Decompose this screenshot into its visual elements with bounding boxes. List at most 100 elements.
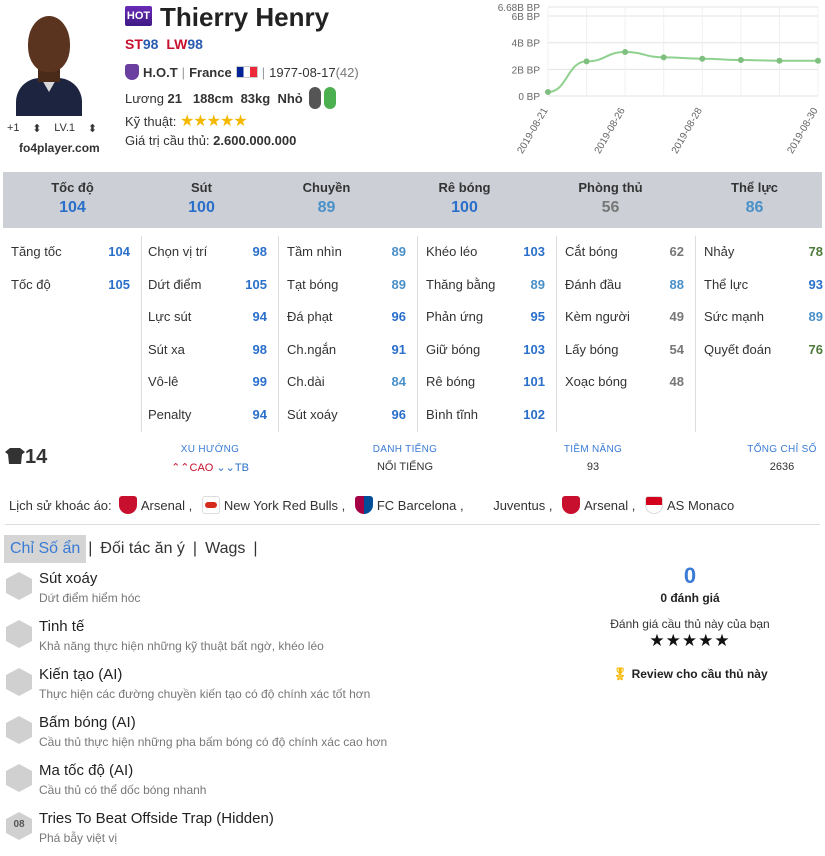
- club-item[interactable]: AS Monaco: [645, 496, 734, 514]
- stat-label: Vô-lê: [148, 374, 179, 389]
- stat-row: Đá phạt 96: [279, 309, 418, 329]
- club-item[interactable]: Arsenal ,: [562, 496, 635, 514]
- stat-label: Ch.dài: [287, 374, 325, 389]
- position-1: ST: [125, 36, 143, 52]
- right-foot-icon: [324, 87, 337, 109]
- stat-row: Ch.dài 84: [279, 374, 418, 394]
- trend-block: XU HƯỚNG ⌃⌃CAO ⌄⌄TB: [171, 444, 249, 474]
- stat-value: 98: [252, 341, 267, 357]
- player-positions: ST98 LW98: [125, 36, 203, 52]
- stat-label: Penalty: [148, 406, 192, 422]
- trait-icon: 08: [6, 812, 32, 840]
- position-2: LW: [166, 36, 188, 52]
- stat-label: Cắt bóng: [565, 244, 618, 259]
- stat-value: 62: [669, 244, 684, 259]
- stat-row: Sút xoáy 96: [279, 407, 418, 427]
- stat-row: Chọn vị trí 98: [140, 244, 279, 264]
- divider: [5, 524, 820, 525]
- chart-y-tick-label: 0 BP: [518, 92, 540, 103]
- stat-value: 84: [391, 374, 406, 389]
- value-line: Giá trị cầu thủ: 2.600.000.000: [125, 133, 296, 148]
- height-value: 188cm: [192, 91, 234, 106]
- club-item[interactable]: Arsenal ,: [118, 496, 192, 514]
- stat-row: Ch.ngắn 91: [279, 342, 418, 362]
- review-link[interactable]: 🎖 Review cho cầu thủ này: [590, 667, 790, 681]
- stat-row: Lực sút 94: [140, 309, 279, 329]
- stat-label: Dứt điểm: [148, 276, 202, 292]
- season-name: H.O.T: [143, 65, 178, 80]
- stats-header: Tốc độ 104 Sút 100 Chuyền 89 Rê bóng 100 Phò…: [3, 172, 822, 228]
- stat-value: 95: [530, 309, 545, 324]
- stat-label: Tăng tốc: [11, 244, 62, 259]
- stat-value: 96: [391, 406, 406, 422]
- tab-chemistry[interactable]: Đối tác ăn ý: [94, 535, 190, 563]
- stat-row: Kèm người 49: [557, 309, 696, 329]
- season-badge: HOT: [125, 6, 152, 26]
- stat-group-physical: Thể lực 86: [731, 180, 778, 216]
- stat-group-shooting: Sút 100: [188, 180, 215, 216]
- rating-stars[interactable]: ★★★★★: [590, 631, 790, 651]
- stat-label: Khéo léo: [426, 244, 478, 259]
- trait-description: Cầu thủ thực hiện những pha bấm bóng có …: [39, 735, 388, 749]
- stat-label: Phản ứng: [426, 309, 484, 324]
- trait-description: Thực hiện các đường chuyền kiến tạo có đ…: [39, 687, 371, 701]
- stat-label: Bình tĩnh: [426, 406, 479, 422]
- stat-row: Dứt điểm 105: [140, 277, 279, 297]
- player-photo: [14, 12, 84, 116]
- upgrade-stepper-icon[interactable]: ⬍: [32, 122, 41, 135]
- stat-row: Lấy bóng 54: [557, 342, 696, 362]
- trait-icon: [6, 668, 32, 696]
- chart-y-tick-label: 4B BP: [512, 39, 541, 50]
- stat-row: Vô-lê 99: [140, 374, 279, 394]
- tab-wags[interactable]: Wags: [199, 535, 251, 563]
- trait-icon: [6, 572, 32, 600]
- club-item[interactable]: FC Barcelona ,: [354, 496, 464, 514]
- tab-hidden-stats[interactable]: Chỉ Số ẩn: [4, 535, 87, 563]
- stat-value: 49: [669, 309, 684, 324]
- chart-point: [815, 57, 821, 64]
- new-york-red-bulls-crest-icon: [201, 496, 220, 514]
- stat-value: 103: [523, 341, 545, 357]
- shirt-icon: [5, 448, 25, 464]
- stat-column: Tăng tốc 104 Tốc độ 105: [3, 236, 142, 432]
- potential-block: TIỀM NĂNG 93: [563, 444, 623, 473]
- trait-item: Sút xoáy Dứt điểm hiểm hóc: [4, 570, 564, 610]
- chart-x-tick-label: 2019-08-21: [515, 106, 550, 156]
- value-label: Giá trị cầu thủ:: [125, 133, 210, 148]
- stat-group-pace: Tốc độ 104: [51, 180, 94, 216]
- stat-label: Lấy bóng: [565, 341, 619, 357]
- price-chart: 0 BP2B BP4B BP6B BP6.68B BP2019-08-21 201…: [498, 3, 821, 156]
- trait-icon: [6, 716, 32, 744]
- level-stepper-icon[interactable]: ⬍: [88, 122, 97, 135]
- player-age: (42): [335, 65, 359, 80]
- trait-description: Phá bẫy việt vị: [39, 831, 118, 845]
- stat-row: Rê bóng 101: [418, 374, 557, 394]
- club-item[interactable]: Juventus ,: [493, 498, 552, 513]
- chart-series-line: [547, 51, 818, 94]
- player-name: Thierry Henry: [160, 2, 330, 32]
- stat-label: Đánh đầu: [565, 276, 622, 292]
- stat-row: Bình tĩnh 102: [418, 407, 557, 427]
- chart-y-tick-label: 6.68B BP: [498, 3, 541, 14]
- stat-row: Khéo léo 103: [418, 244, 557, 264]
- chart-x-tick-label: 2019-08-28: [670, 106, 705, 156]
- stat-value: 105: [245, 276, 267, 292]
- stat-value: 94: [252, 309, 267, 324]
- trait-icon: [6, 620, 32, 648]
- club-item[interactable]: New York Red Bulls ,: [201, 496, 345, 514]
- chart-point: [737, 57, 744, 64]
- chart-point: [776, 57, 783, 64]
- stat-row: Tăng tốc 104: [3, 244, 142, 264]
- stat-value: 88: [669, 276, 684, 292]
- stat-label: Tốc độ: [11, 276, 51, 292]
- stat-group-passing: Chuyền 89: [302, 180, 351, 216]
- stat-value: 94: [252, 406, 267, 422]
- skill-stars: ★★★★★: [179, 113, 248, 130]
- stat-value: 99: [252, 374, 267, 389]
- stat-row: Nhảy 78: [696, 244, 825, 264]
- france-flag-icon: [235, 66, 258, 78]
- stat-label: Ch.ngắn: [287, 341, 337, 357]
- stat-row: Tốc độ 105: [3, 277, 142, 297]
- stat-value: 91: [391, 341, 406, 357]
- fc-barcelona-crest-icon: [354, 496, 373, 514]
